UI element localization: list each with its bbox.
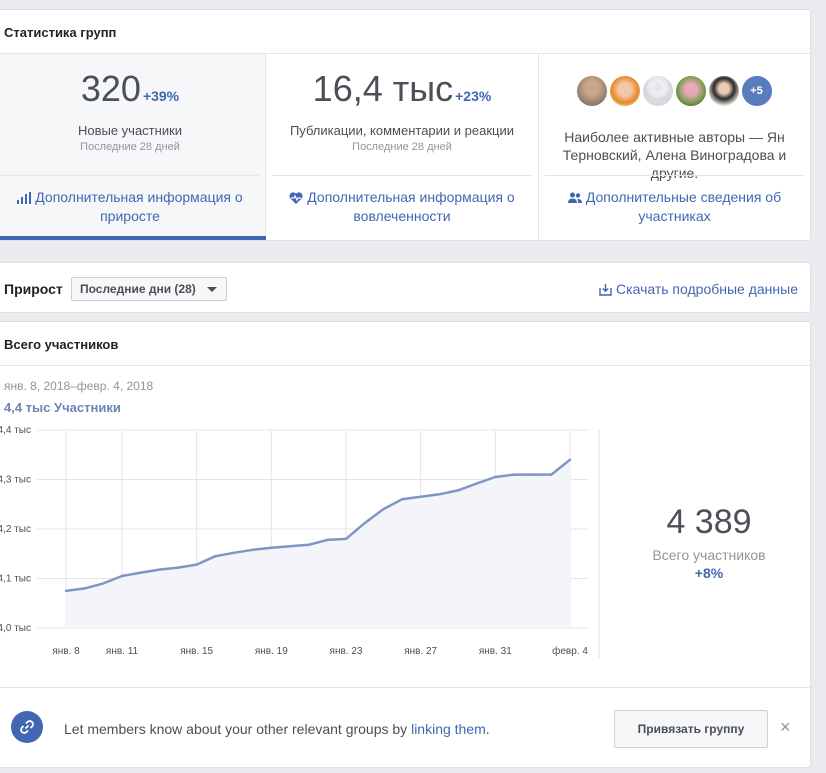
- data-point: [568, 458, 572, 461]
- y-tick-label: 4,0 тыс: [0, 623, 31, 634]
- data-point: [400, 498, 404, 501]
- top-authors-text: Наиболее активные авторы — Ян Терновский…: [562, 129, 787, 181]
- data-point: [288, 545, 292, 548]
- authors-panel[interactable]: +5 Наиболее активные авторы — Ян Терновс…: [539, 54, 810, 240]
- new-members-change: +39%: [142, 88, 180, 104]
- caret-down-icon: [206, 287, 217, 292]
- promo-text-body: Let members know about your other releva…: [64, 721, 412, 737]
- total-members-card: Всего участников янв. 8, 2018–февр. 4, 2…: [0, 321, 811, 768]
- x-tick-label: янв. 15: [180, 646, 213, 657]
- data-point: [363, 521, 366, 525]
- engagement-value: 16,4 тыс: [312, 68, 454, 109]
- data-point: [195, 563, 198, 566]
- growth-details-label: Дополнительная информация о приросте: [35, 189, 243, 224]
- x-tick-label: янв. 19: [255, 646, 288, 657]
- more-authors-badge[interactable]: +5: [739, 74, 774, 108]
- avatar[interactable]: [673, 74, 708, 108]
- data-point: [550, 473, 553, 476]
- members-area-chart[interactable]: 4,0 тыс 4,1 тыс 4,2 тыс 4,3 тыс 4,4 тыс янв. …: [0, 422, 607, 667]
- legend-value: 4,4 тыс: [4, 400, 51, 415]
- bar-chart-icon: [17, 192, 32, 204]
- engagement-panel[interactable]: 16,4 тыс +23% Публикации, комментарии и р…: [266, 54, 539, 240]
- x-tick-label: янв. 27: [404, 646, 437, 657]
- total-card-title: Всего участников: [0, 322, 810, 366]
- chart-legend: 4,4 тыс Участники: [4, 400, 121, 415]
- data-point: [438, 493, 441, 496]
- new-members-label: Новые участники: [77, 123, 183, 138]
- link-group-button[interactable]: Привязать группу: [614, 710, 768, 748]
- new-members-value: 320: [80, 68, 141, 109]
- data-point: [83, 587, 86, 590]
- promo-text: Let members know about your other releva…: [64, 721, 490, 737]
- data-point: [512, 473, 516, 476]
- promo-text-end: .: [485, 721, 490, 737]
- members-details-label: Дополнительные сведения об участниках: [585, 189, 782, 224]
- data-point: [494, 475, 497, 479]
- data-point: [232, 551, 236, 554]
- data-point: [251, 548, 254, 551]
- linking-them-link[interactable]: linking them: [411, 721, 486, 737]
- engagement-label: Публикации, комментарии и реакции: [289, 123, 515, 138]
- growth-label: Прирост: [4, 281, 63, 297]
- download-icon: [599, 284, 612, 296]
- x-tick-label: янв. 8: [52, 646, 80, 657]
- x-tick-label: янв. 23: [330, 646, 363, 657]
- data-point: [102, 582, 105, 585]
- download-data-label: Скачать подробные данные: [616, 281, 798, 297]
- stats-card-title: Статистика групп: [0, 10, 810, 54]
- link-icon: [11, 711, 43, 743]
- active-tab-indicator: [0, 236, 266, 240]
- new-members-period: Последние 28 дней: [80, 141, 180, 153]
- growth-details-link[interactable]: Дополнительная информация о приросте: [1, 175, 259, 226]
- engagement-details-label: Дополнительная информация о вовлеченност…: [307, 189, 515, 224]
- members-details-link[interactable]: Дополнительные сведения об участниках: [545, 175, 804, 226]
- y-tick-label: 4,4 тыс: [0, 425, 31, 436]
- group-stats-card: Статистика групп 320 +39% Новые участники…: [0, 9, 811, 241]
- total-members-value: 4 389: [666, 503, 752, 541]
- avatar[interactable]: [607, 74, 642, 108]
- total-members-label: Всего участников: [652, 547, 766, 563]
- data-point: [531, 473, 534, 476]
- x-tick-label: янв. 11: [106, 646, 139, 657]
- x-tick-label: янв. 31: [479, 646, 512, 657]
- growth-toolbar: Прирост Последние дни (28) Скачать подро…: [0, 262, 811, 313]
- legend-series-name: Участники: [54, 400, 121, 415]
- x-tick-label: февр. 4: [552, 645, 588, 657]
- heart-pulse-icon: [289, 192, 303, 204]
- data-point: [139, 571, 142, 574]
- engagement-details-link[interactable]: Дополнительная информация о вовлеченност…: [272, 175, 532, 226]
- total-members-change: +8%: [694, 565, 724, 581]
- close-icon[interactable]: ×: [780, 718, 791, 736]
- data-point: [456, 489, 460, 492]
- data-point: [214, 555, 217, 558]
- avatar[interactable]: [706, 74, 741, 108]
- avatar[interactable]: [574, 74, 609, 108]
- period-dropdown[interactable]: Последние дни (28): [71, 277, 227, 301]
- engagement-change: +23%: [455, 88, 492, 104]
- avatar[interactable]: [640, 74, 675, 108]
- avatar-group: +5: [539, 74, 810, 108]
- link-groups-promo: Let members know about your other releva…: [0, 687, 810, 768]
- data-point: [382, 508, 385, 511]
- data-point: [419, 495, 422, 498]
- new-members-panel[interactable]: 320 +39% Новые участники Последние 28 дне…: [0, 54, 266, 240]
- data-point: [120, 574, 124, 578]
- date-range: янв. 8, 2018–февр. 4, 2018: [4, 379, 154, 393]
- data-point: [307, 543, 310, 546]
- data-point: [344, 537, 348, 541]
- data-point: [158, 568, 161, 571]
- y-tick-label: 4,2 тыс: [0, 524, 31, 535]
- y-tick-label: 4,3 тыс: [0, 475, 31, 486]
- period-dropdown-value: Последние дни (28): [80, 282, 196, 296]
- y-tick-label: 4,1 тыс: [0, 574, 31, 585]
- data-point: [326, 538, 329, 542]
- series-area-fill: [66, 459, 570, 628]
- data-point: [270, 546, 273, 549]
- people-icon: [567, 192, 582, 203]
- data-point: [176, 566, 180, 569]
- data-point: [64, 589, 68, 593]
- engagement-period: Последние 28 дней: [352, 141, 452, 153]
- data-point: [475, 482, 478, 485]
- download-data-link[interactable]: Скачать подробные данные: [599, 281, 798, 297]
